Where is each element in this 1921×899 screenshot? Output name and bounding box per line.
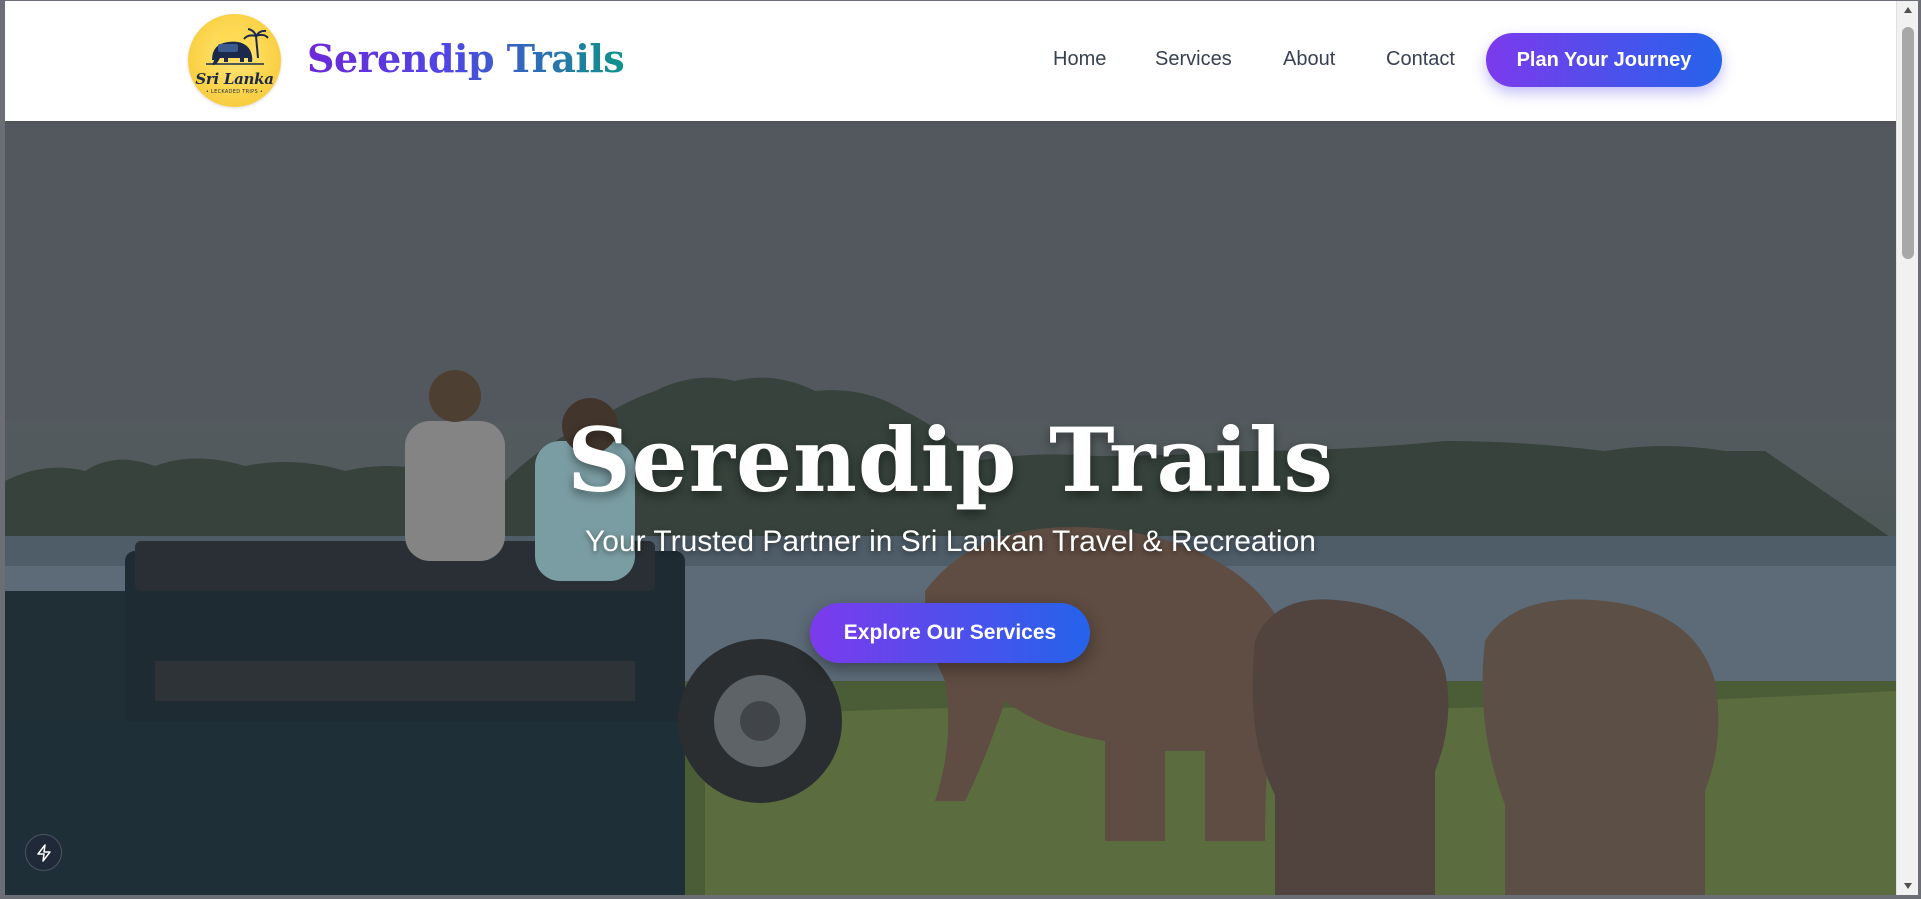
logo-subtext: • LECKADED TRIPS • (205, 89, 264, 95)
plan-journey-button[interactable]: Plan Your Journey (1486, 33, 1722, 87)
brand-name[interactable]: Serendip Trails (307, 36, 625, 81)
nav-link-services[interactable]: Services (1155, 48, 1232, 71)
nav-link-about[interactable]: About (1283, 48, 1335, 71)
scroll-up-arrow-icon[interactable] (1897, 1, 1919, 19)
hero-subtitle: Your Trusted Partner in Sri Lankan Trave… (585, 525, 1316, 558)
hero-section: Serendip Trails Your Trusted Partner in … (5, 121, 1896, 895)
browser-viewport: Sri Lanka • LECKADED TRIPS • Serendip Tr… (5, 1, 1896, 895)
hero-title: Serendip Trails (567, 408, 1334, 512)
lightning-bolt-icon (36, 843, 51, 862)
explore-services-button[interactable]: Explore Our Services (810, 603, 1090, 663)
floating-action-button[interactable] (25, 834, 62, 871)
scrollbar-thumb[interactable] (1902, 27, 1914, 259)
logo-text: Sri Lanka (195, 70, 274, 88)
vertical-scrollbar[interactable] (1896, 1, 1918, 895)
nav-link-contact[interactable]: Contact (1386, 48, 1455, 71)
logo-badge[interactable]: Sri Lanka • LECKADED TRIPS • (188, 14, 281, 107)
site-header: Sri Lanka • LECKADED TRIPS • Serendip Tr… (5, 1, 1896, 121)
nav-link-home[interactable]: Home (1053, 48, 1106, 71)
scroll-down-arrow-icon[interactable] (1897, 877, 1919, 895)
